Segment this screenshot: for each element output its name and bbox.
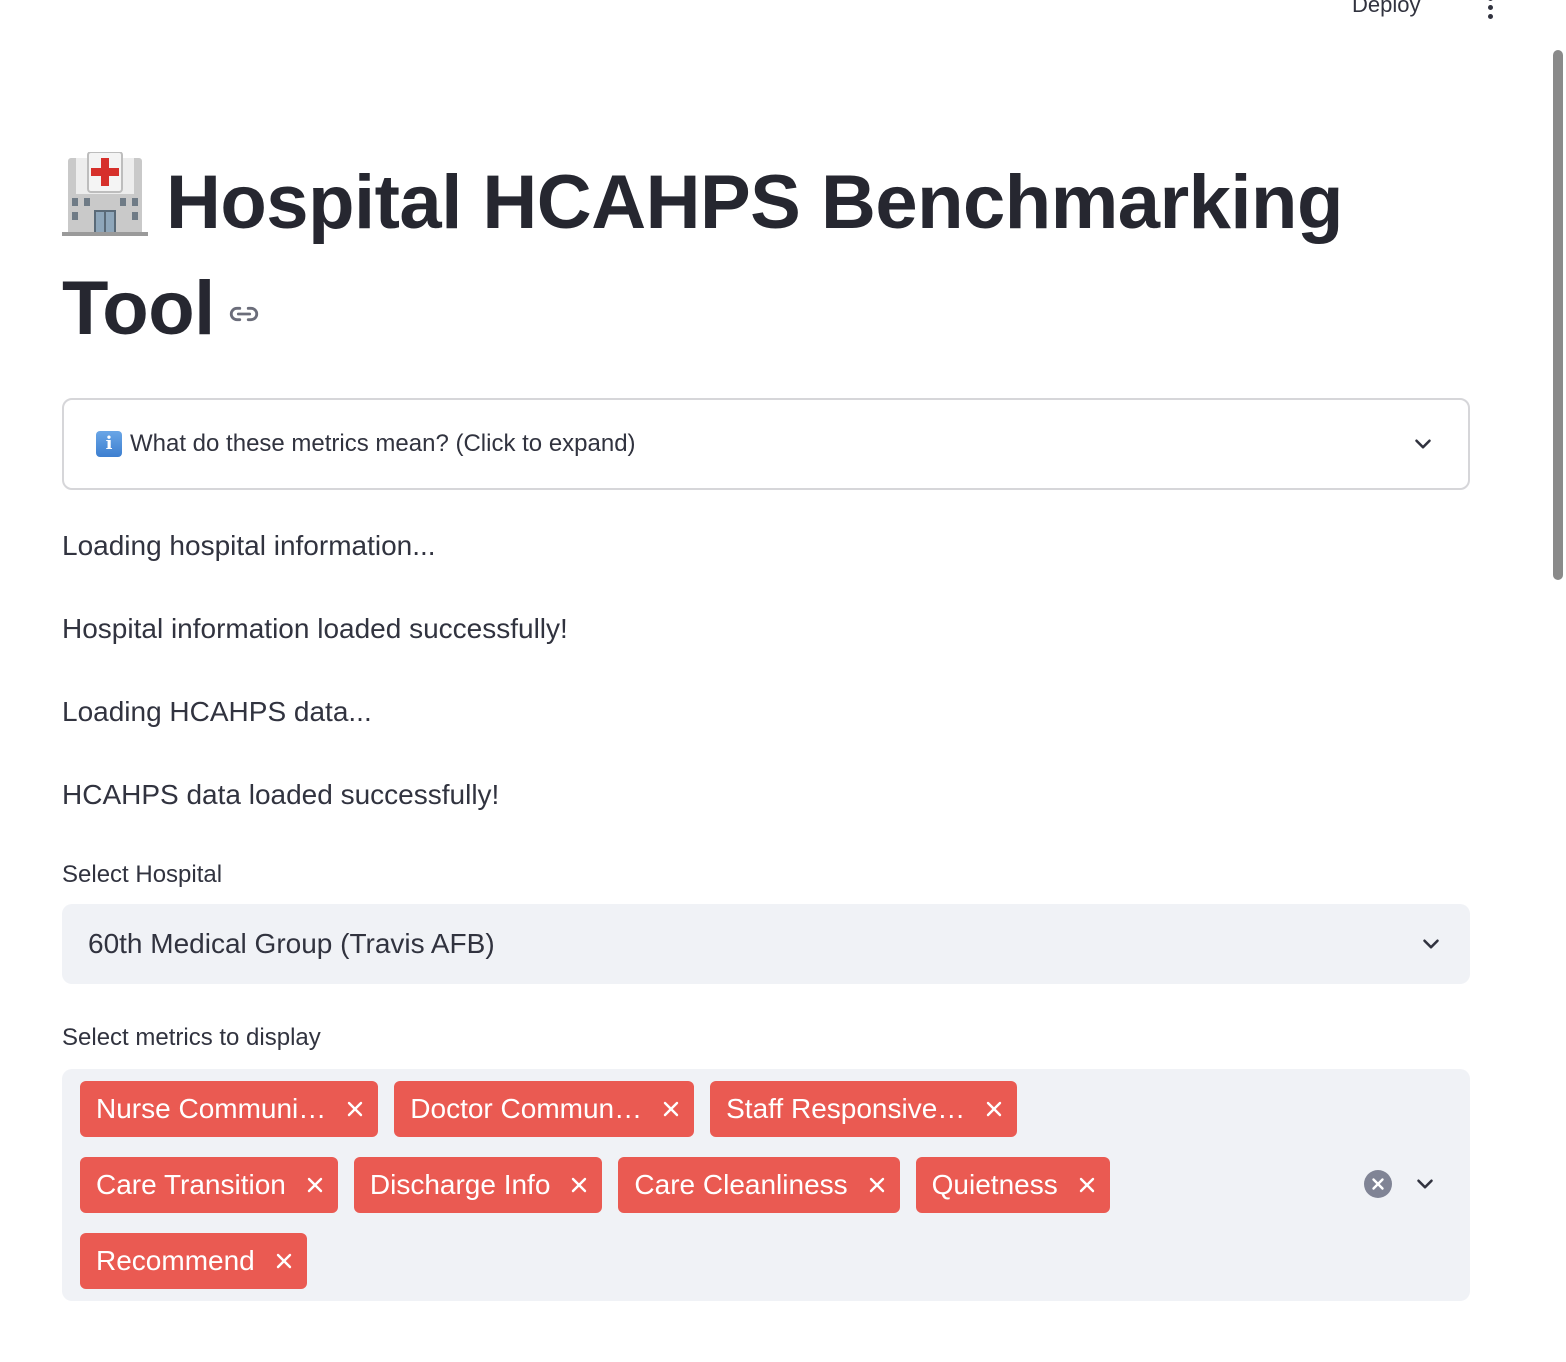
metric-tag[interactable]: Care Cleanliness [618,1157,900,1213]
metric-tag-label: Recommend [96,1245,255,1276]
hospital-select-label: Select Hospital [62,861,223,888]
multiselect-controls [1364,1170,1438,1198]
metric-tag[interactable]: Discharge Info [353,1157,603,1213]
metrics-multiselect[interactable]: Nurse Communi… Doctor Commun… Staff Resp… [62,1069,1470,1301]
metric-tag-label: Care Transition [96,1169,286,1200]
link-icon[interactable] [227,297,261,331]
metric-tag[interactable]: Quietness [915,1157,1110,1213]
info-icon: i [96,431,122,457]
page-title: Hospital HCAHPS Benchmarking Tool [62,150,1470,362]
metric-tag[interactable]: Recommend [80,1233,307,1289]
chevron-down-icon[interactable] [1412,1171,1438,1197]
metric-tag-label: Quietness [931,1169,1058,1200]
expander-label: What do these metrics mean? (Click to ex… [130,430,636,457]
metrics-select-label: Select metrics to display [62,1024,321,1051]
metric-tag-label: Discharge Info [369,1169,551,1200]
close-icon[interactable] [662,1100,680,1118]
close-icon[interactable] [1078,1176,1096,1194]
close-icon[interactable] [275,1252,293,1270]
metric-tag[interactable]: Care Transition [80,1157,338,1213]
hospital-select[interactable]: 60th Medical Group (Travis AFB) [62,904,1470,984]
chevron-down-icon[interactable] [1418,931,1444,957]
metric-tag-label: Staff Responsive… [726,1093,966,1124]
page-title-line2: Tool [62,266,215,351]
page-title-line1: Hospital HCAHPS Benchmarking [166,160,1343,245]
deploy-button[interactable]: Deploy [1352,0,1420,18]
close-icon[interactable] [346,1100,364,1118]
scrollbar[interactable] [1553,50,1563,580]
metric-tag[interactable]: Staff Responsive… [710,1081,1018,1137]
metric-tag[interactable]: Doctor Commun… [394,1081,695,1137]
status-message: HCAHPS data loaded successfully! [62,779,500,810]
hospital-select-value: 60th Medical Group (Travis AFB) [88,928,495,959]
status-message: Hospital information loaded successfully… [62,613,568,644]
status-message: Loading HCAHPS data... [62,696,372,727]
top-toolbar: Deploy [0,0,1566,24]
close-icon[interactable] [570,1176,588,1194]
close-icon[interactable] [306,1176,324,1194]
clear-all-icon[interactable] [1364,1170,1392,1198]
metric-tag-label: Doctor Commun… [410,1093,643,1124]
metric-tag-label: Nurse Communi… [96,1093,327,1124]
kebab-menu-icon[interactable] [1484,0,1496,20]
close-icon[interactable] [868,1176,886,1194]
status-message: Loading hospital information... [62,530,436,561]
hospital-icon [62,152,148,236]
close-icon[interactable] [985,1100,1003,1118]
chevron-down-icon[interactable] [1410,431,1436,457]
main-content: Hospital HCAHPS Benchmarking Tool i What… [62,150,1470,1301]
metric-tag-label: Care Cleanliness [634,1169,848,1200]
metric-tag[interactable]: Nurse Communi… [80,1081,379,1137]
metrics-help-expander[interactable]: i What do these metrics mean? (Click to … [62,398,1470,490]
